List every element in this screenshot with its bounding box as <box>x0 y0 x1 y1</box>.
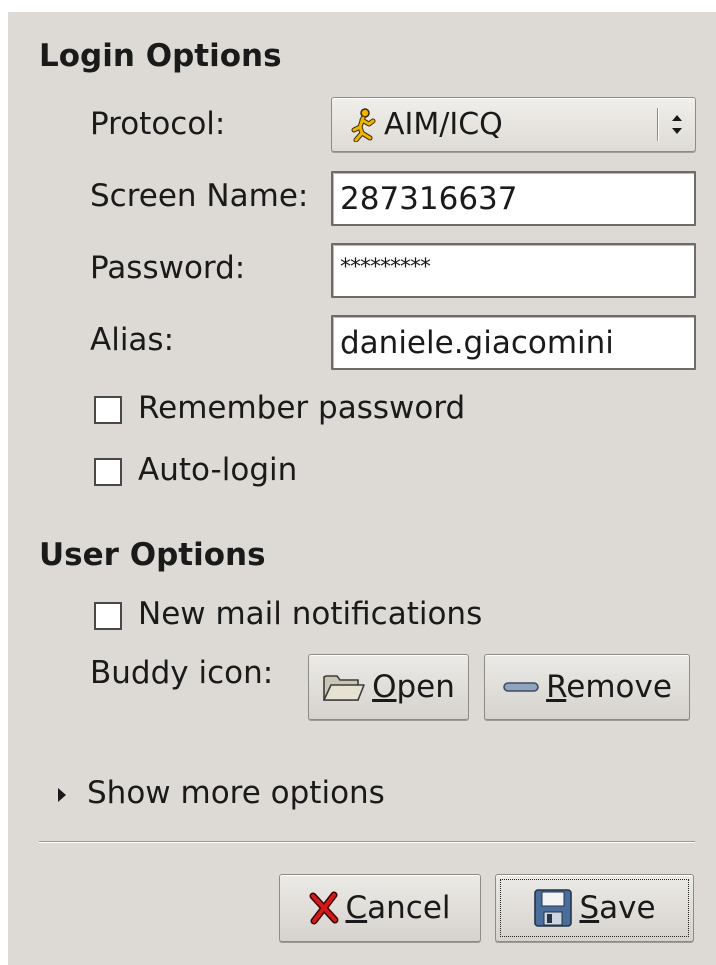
user-options-heading: User Options <box>39 537 266 573</box>
login-options-heading: Login Options <box>39 38 282 74</box>
footer-separator <box>39 841 695 843</box>
screen-name-label: Screen Name: <box>90 178 309 214</box>
expander-arrow-icon <box>56 786 68 808</box>
open-label: Open <box>372 669 455 705</box>
aim-running-man-icon <box>350 107 376 142</box>
protocol-combo[interactable]: AIM/ICQ <box>331 97 696 152</box>
remember-password-checkbox[interactable] <box>94 396 122 424</box>
new-mail-label[interactable]: New mail notifications <box>138 596 482 632</box>
open-button[interactable]: Open <box>308 654 469 720</box>
combo-separator <box>657 108 659 141</box>
password-field[interactable]: ********* <box>331 243 696 298</box>
cancel-label: Cancel <box>345 890 451 926</box>
password-label: Password: <box>90 250 246 286</box>
new-mail-checkbox[interactable] <box>94 602 122 630</box>
remove-button[interactable]: Remove <box>484 654 690 720</box>
remove-label: Remove <box>546 669 672 705</box>
alias-field[interactable]: daniele.giacomini <box>331 315 696 370</box>
remember-password-label[interactable]: Remember password <box>138 390 465 426</box>
cancel-button[interactable]: Cancel <box>279 874 481 942</box>
alias-label: Alias: <box>90 322 175 358</box>
auto-login-checkbox[interactable] <box>94 458 122 486</box>
combo-arrows-icon <box>667 108 687 141</box>
buddy-icon-label: Buddy icon: <box>90 655 274 691</box>
remove-icon <box>502 679 540 695</box>
cancel-x-icon <box>309 891 339 925</box>
auto-login-label[interactable]: Auto-login <box>138 452 297 488</box>
show-more-options-label: Show more options <box>87 775 385 811</box>
protocol-value: AIM/ICQ <box>384 107 503 142</box>
floppy-disk-icon <box>533 888 573 928</box>
save-button[interactable]: Save <box>495 874 694 942</box>
folder-icon <box>322 671 366 703</box>
save-label: Save <box>579 890 656 926</box>
account-dialog: Login Options Protocol: AIM/ICQ Screen N… <box>8 12 716 965</box>
protocol-label: Protocol: <box>90 106 226 142</box>
screen-name-field[interactable]: 287316637 <box>331 171 696 226</box>
